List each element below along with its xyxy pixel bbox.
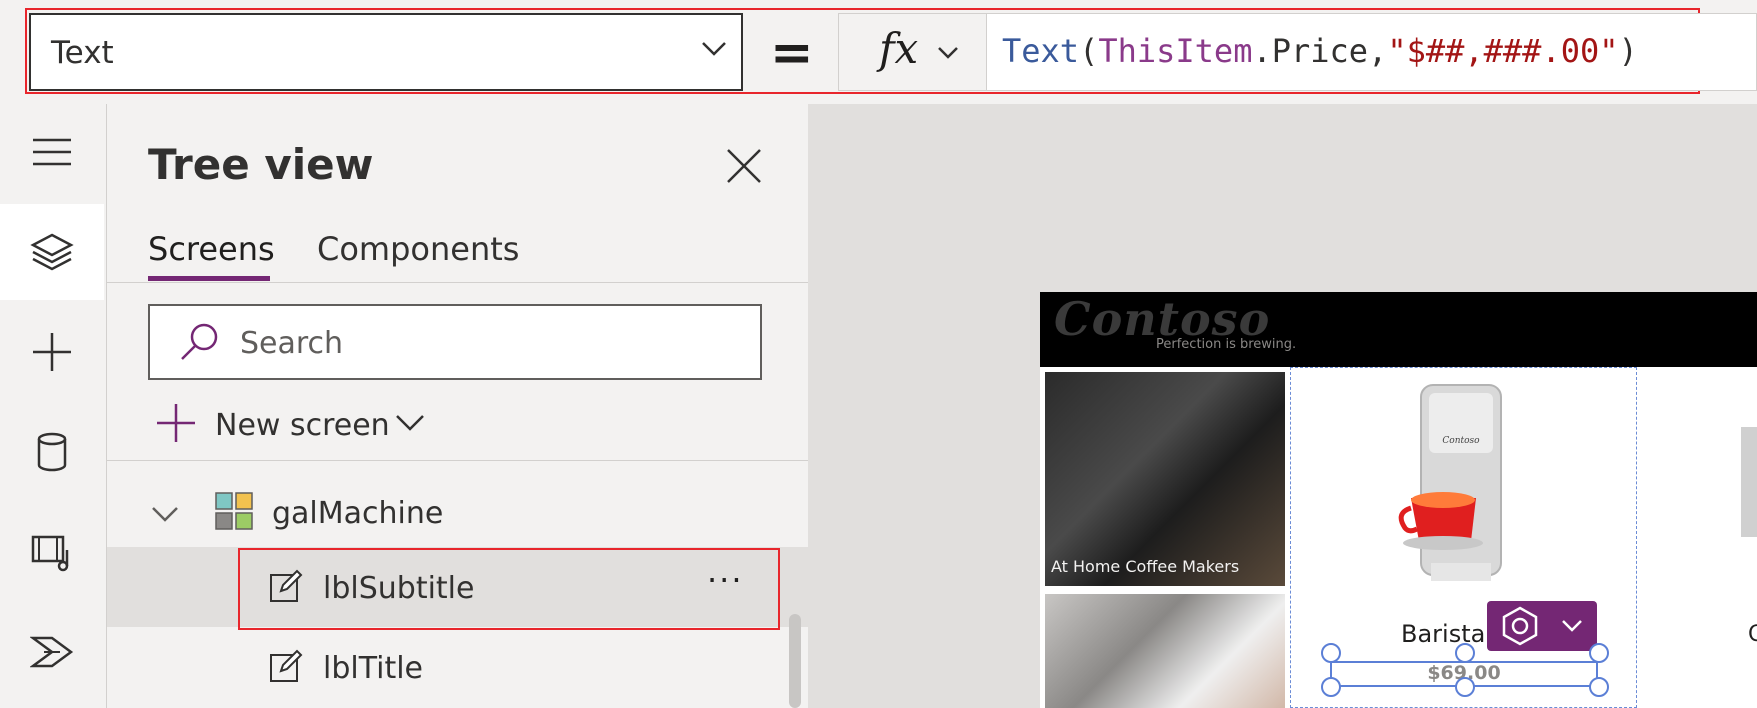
formula-text: Text(ThisItem.Price,"$##,###.00") [1002, 32, 1638, 70]
rail-insert-button[interactable] [0, 304, 104, 400]
hamburger-menu-icon [33, 138, 71, 166]
formula-token: , [1368, 32, 1388, 70]
formula-token: .Price [1252, 32, 1369, 70]
fx-button[interactable]: fx [838, 13, 986, 91]
tree-divider [107, 460, 808, 461]
category-thumbnail[interactable] [1045, 594, 1285, 708]
gallery-icon [215, 492, 253, 530]
chevron-down-icon [396, 415, 424, 431]
selection-box[interactable] [1321, 643, 1609, 697]
chevron-down-icon [938, 47, 958, 59]
coffee-machine-image: Contoso [1398, 384, 1502, 581]
tree-node-label: lblTitle [323, 651, 424, 686]
tab-screens[interactable]: Screens [148, 230, 275, 268]
resize-handle[interactable] [1321, 677, 1341, 697]
resize-handle[interactable] [1321, 643, 1341, 663]
resize-handle[interactable] [1589, 677, 1609, 697]
tree-node-galmachine[interactable]: galMachine [107, 474, 808, 554]
copilot-button[interactable] [1487, 601, 1597, 651]
rail-tree-view-button[interactable] [0, 204, 104, 300]
resize-handle[interactable] [1589, 643, 1609, 663]
svg-text:Contoso: Contoso [1442, 436, 1480, 446]
tab-components[interactable]: Components [317, 230, 519, 268]
label-edit-icon [270, 649, 303, 682]
formula-token: Text [1002, 32, 1080, 70]
app-header: Contoso Perfection is brewing. [1040, 292, 1757, 367]
active-tab-indicator [148, 276, 270, 281]
tree-view-panel: Tree view Screens Components Search New … [107, 104, 809, 708]
next-gallery-item [1637, 367, 1757, 708]
resize-handle[interactable] [1455, 643, 1475, 663]
category-caption: At Home Coffee Makers [1051, 557, 1240, 576]
tree-node-lbltitle[interactable]: lblTitle [107, 627, 808, 707]
tagline: Perfection is brewing. [1156, 337, 1297, 352]
chevron-down-icon [702, 42, 726, 56]
chevron-down-icon [152, 507, 178, 522]
chevron-down-icon [1562, 620, 1582, 632]
rail-automate-button[interactable] [0, 604, 104, 700]
plus-icon [33, 333, 71, 371]
media-icon [31, 535, 69, 572]
formula-input[interactable]: Text(ThisItem.Price,"$##,###.00") [986, 13, 1757, 91]
new-screen-label: New screen [215, 408, 390, 443]
search-input[interactable]: Search [148, 304, 762, 380]
tree-view-title: Tree view [148, 140, 374, 189]
formula-token: "$##,###.00" [1387, 32, 1619, 70]
category-thumbnail[interactable]: At Home Coffee Makers [1045, 372, 1285, 586]
tabs-divider [107, 282, 808, 283]
search-icon [181, 323, 218, 360]
close-icon [727, 149, 761, 183]
left-rail [0, 104, 107, 708]
power-automate-icon [30, 636, 74, 668]
copilot-icon [1502, 606, 1538, 646]
formula-token: ( [1079, 32, 1099, 70]
layers-icon [30, 233, 74, 271]
search-placeholder: Search [240, 326, 344, 361]
resize-handle[interactable] [1455, 677, 1475, 697]
equals-sign: = [770, 23, 814, 83]
database-icon [37, 432, 67, 472]
tree-node-label: galMachine [272, 496, 444, 531]
coffee-machine-image [1741, 427, 1757, 537]
category-gallery: At Home Coffee Makers [1040, 367, 1290, 708]
rail-menu-button[interactable] [0, 104, 104, 200]
property-dropdown[interactable]: Text [29, 13, 743, 91]
rail-media-button[interactable] [0, 504, 104, 600]
item-title: Barista [1401, 620, 1486, 648]
rail-data-button[interactable] [0, 404, 104, 500]
selection-highlight [238, 548, 780, 630]
next-item-title: C [1748, 622, 1757, 647]
plus-icon [157, 404, 195, 442]
property-value: Text [51, 35, 114, 71]
fx-icon: fx [879, 24, 919, 73]
formula-token: ThisItem [1098, 32, 1253, 70]
formula-token: ) [1618, 32, 1638, 70]
close-button[interactable] [724, 146, 764, 186]
scrollbar[interactable] [789, 614, 801, 708]
